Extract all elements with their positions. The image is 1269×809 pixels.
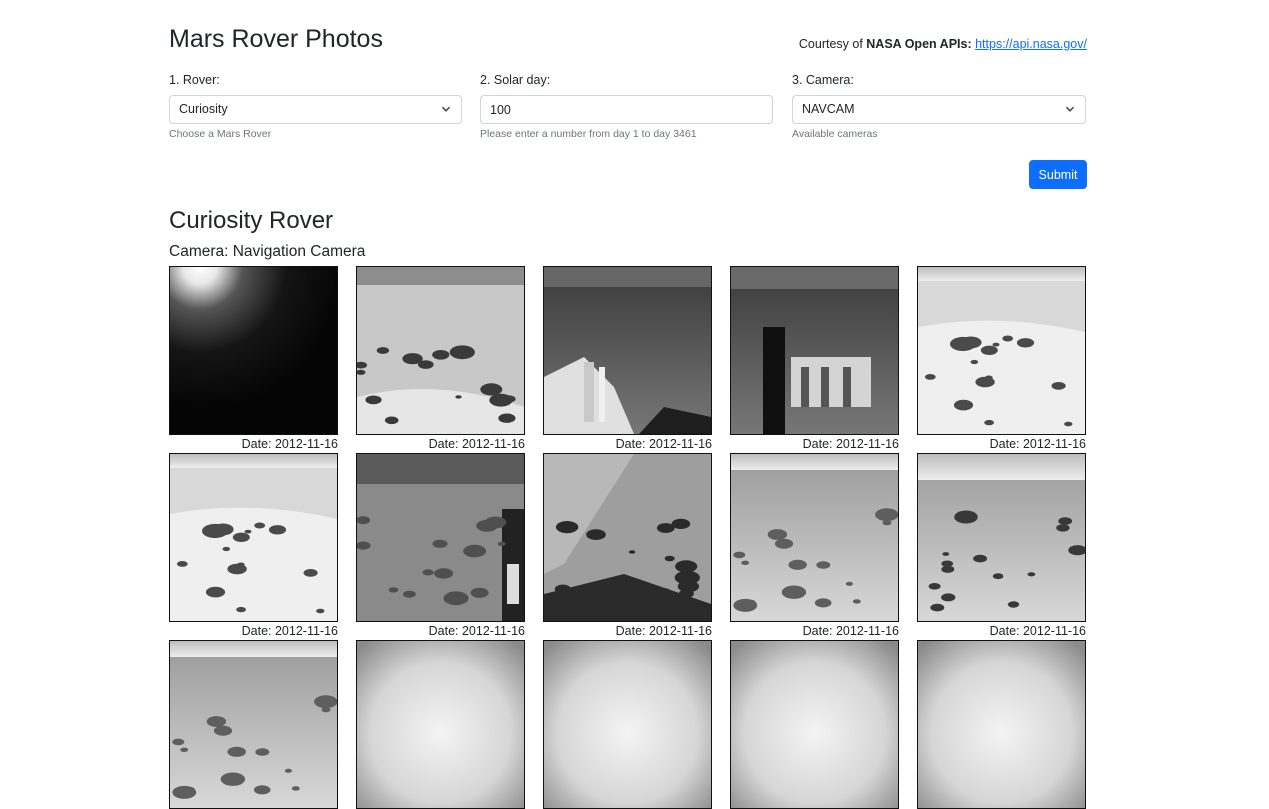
search-form: 1. Rover: Curiosity Choose a Mars Rover … [169,58,1087,158]
rover-photo [170,641,337,808]
photo-thumbnail[interactable] [543,266,712,435]
submit-button[interactable]: Submit [1029,160,1087,189]
rover-photo [357,454,524,621]
photo-thumbnail[interactable] [356,453,525,622]
rover-help: Choose a Mars Rover [169,128,272,140]
photo-thumbnail[interactable] [543,453,712,622]
photo-thumbnail[interactable] [730,640,899,809]
photo-date: Date: 2012-11-16 [428,624,525,638]
rover-photo [170,454,337,621]
photo-card: Date: 2012-11-16 [356,453,525,639]
rover-photo [918,641,1085,808]
rover-photo [731,454,898,621]
photo-card: Date: 2012-11-16 [169,266,338,452]
camera-title: Camera: Navigation Camera [169,243,366,260]
photo-thumbnail[interactable] [169,266,338,435]
photo-thumbnail[interactable] [169,640,338,809]
chevron-down-icon [442,106,450,112]
photo-thumbnail[interactable] [730,453,899,622]
photo-card: Date: 2012-11-16 [917,453,1086,639]
rover-photo [357,641,524,808]
photo-thumbnail[interactable] [917,266,1086,435]
rover-photo [170,267,337,434]
photo-thumbnail[interactable] [356,640,525,809]
rover-title: Curiosity Rover [169,207,334,234]
courtesy-source: NASA Open APIs: [866,37,972,51]
sol-field: 2. Solar day: Please enter a number from… [480,72,773,140]
photo-card: Date: 2012-11-16 [917,266,1086,452]
photo-card: Date: 2012-11-16 [356,266,525,452]
photo-card [543,640,712,809]
photo-date: Date: 2012-11-16 [802,437,899,451]
camera-select[interactable]: NAVCAM [792,95,1086,124]
photo-card [356,640,525,809]
photo-card: Date: 2012-11-16 [169,453,338,639]
page-title: Mars Rover Photos [169,25,383,53]
courtesy-prefix: Courtesy of [798,37,867,51]
rover-photo [918,454,1085,621]
camera-help: Available cameras [792,128,878,140]
api-link[interactable]: https://api.nasa.gov/ [975,37,1087,51]
photo-card [917,640,1086,809]
photo-date: Date: 2012-11-16 [989,437,1086,451]
rover-label: 1. Rover: [169,73,220,87]
page-header: Mars Rover Photos Courtesy of NASA Open … [169,0,1087,58]
photo-date: Date: 2012-11-16 [615,437,712,451]
rover-select-value: Curiosity [179,102,228,116]
photo-thumbnail[interactable] [917,640,1086,809]
rover-photo [357,267,524,434]
rover-photo [544,267,711,434]
rover-photo [544,641,711,808]
sol-label: 2. Solar day: [480,73,551,87]
photo-date: Date: 2012-11-16 [428,437,525,451]
sol-input[interactable] [480,95,773,124]
submit-row: Submit [169,158,1087,210]
rover-photo [544,454,711,621]
photo-thumbnail[interactable] [169,453,338,622]
sol-help: Please enter a number from day 1 to day … [480,128,697,140]
photo-card [730,640,899,809]
rover-photo [731,267,898,434]
photo-thumbnail[interactable] [356,266,525,435]
camera-select-value: NAVCAM [802,102,855,116]
photo-date: Date: 2012-11-16 [989,624,1086,638]
camera-field: 3. Camera: NAVCAM Available cameras [792,72,1086,140]
photo-card: Date: 2012-11-16 [730,266,899,452]
photo-card: Date: 2012-11-16 [543,266,712,452]
photo-thumbnail[interactable] [917,453,1086,622]
chevron-down-icon [1066,106,1074,112]
rover-photo [918,267,1085,434]
photo-date: Date: 2012-11-16 [802,624,899,638]
photo-card: Date: 2012-11-16 [730,453,899,639]
photo-card: Date: 2012-11-16 [543,453,712,639]
photo-card [169,640,338,809]
courtesy-note: Courtesy of NASA Open APIs: https://api.… [799,36,1087,52]
photo-date: Date: 2012-11-16 [241,437,338,451]
photo-thumbnail[interactable] [543,640,712,809]
page-container: Mars Rover Photos Courtesy of NASA Open … [169,0,1087,809]
camera-label: 3. Camera: [792,73,854,87]
rover-field: 1. Rover: Curiosity Choose a Mars Rover [169,72,462,140]
photo-thumbnail[interactable] [730,266,899,435]
photo-date: Date: 2012-11-16 [241,624,338,638]
photo-date: Date: 2012-11-16 [615,624,712,638]
rover-photo [731,641,898,808]
rover-select[interactable]: Curiosity [169,95,462,124]
